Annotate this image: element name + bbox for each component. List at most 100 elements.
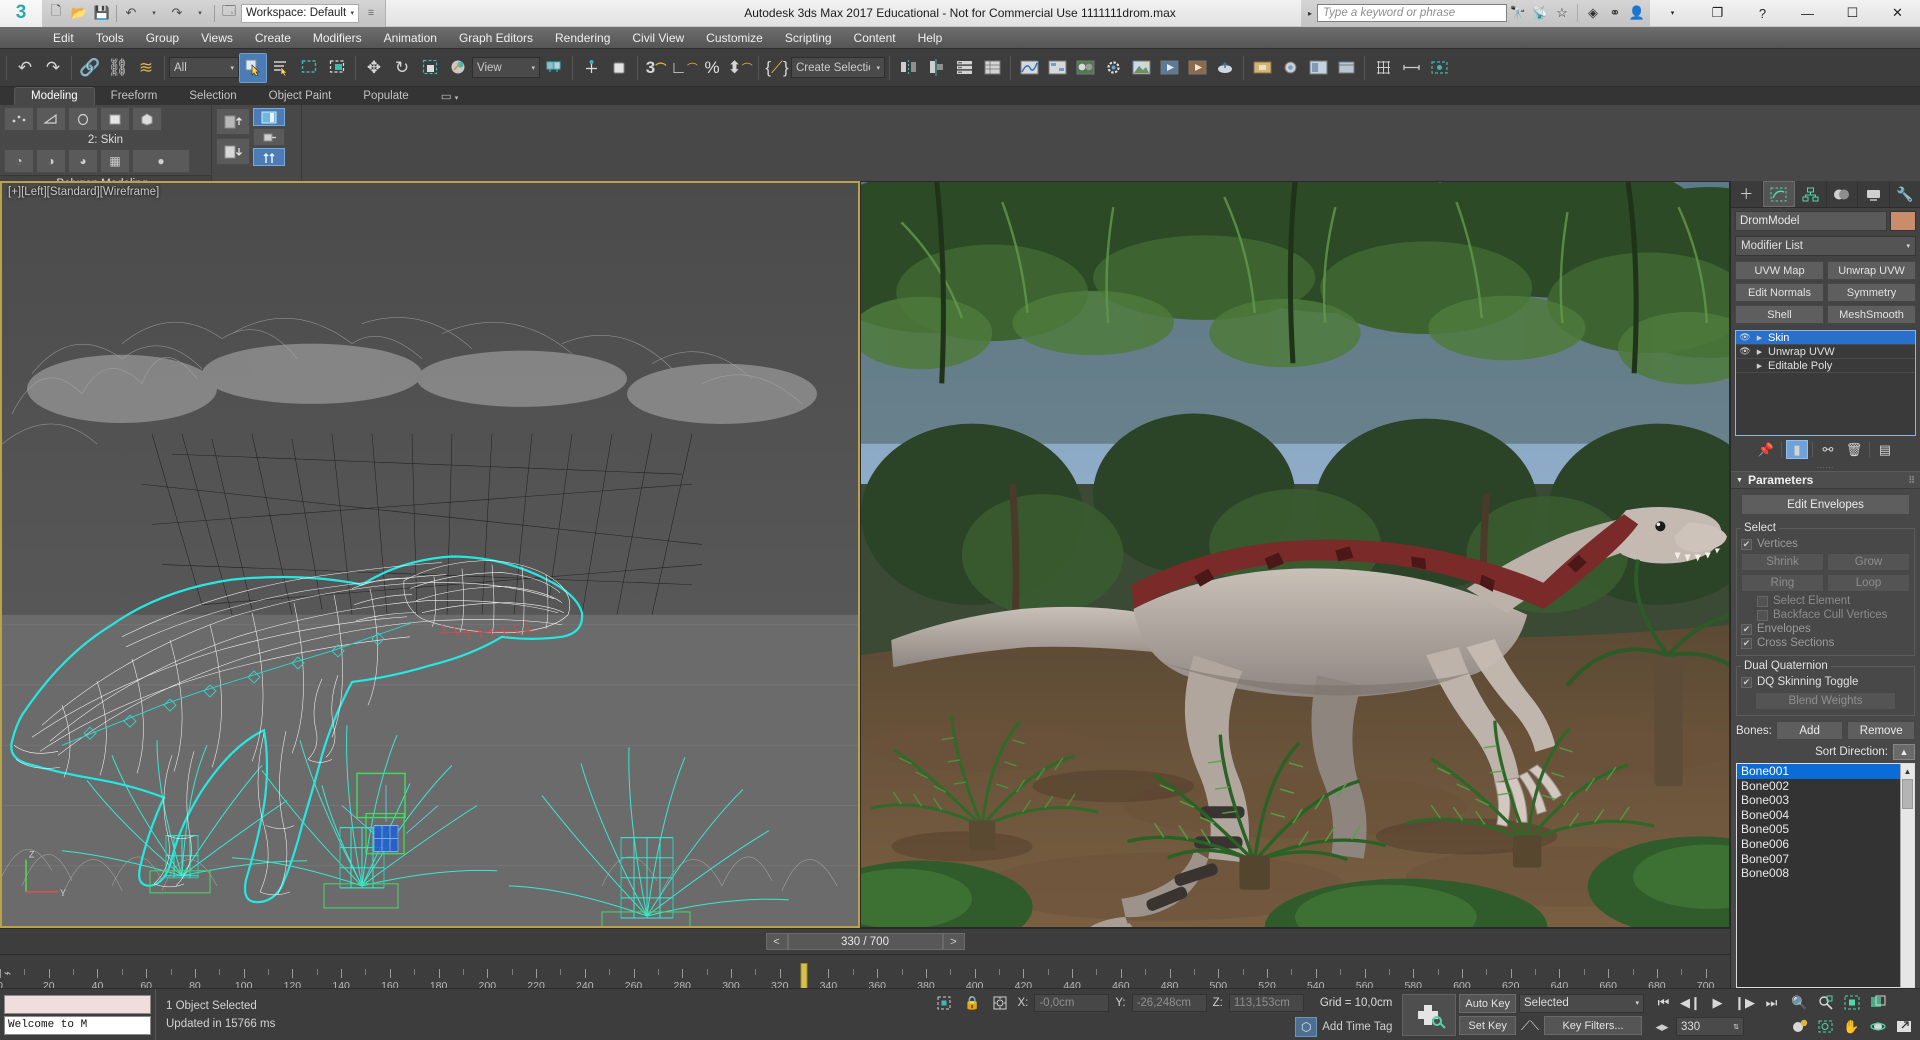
expand-arrow-icon[interactable]: ▶ <box>1755 348 1764 356</box>
visibility-eye-icon[interactable]: 👁 <box>1739 346 1751 357</box>
backface-cull-checkbox-row[interactable]: Backface Cull Vertices <box>1741 608 1910 622</box>
object-color-swatch[interactable] <box>1890 211 1916 231</box>
select-and-manipulate-icon[interactable] <box>577 53 605 83</box>
rendered-frame-window-icon[interactable] <box>1127 53 1155 83</box>
remove-modifier-icon[interactable]: 🗑 <box>1843 440 1865 459</box>
undo-dropdown-icon[interactable]: ▾ <box>143 2 165 24</box>
select-and-scale-icon[interactable] <box>416 53 444 83</box>
hierarchy-tab[interactable] <box>1795 181 1827 207</box>
bone-list-item[interactable]: Bone002 <box>1737 779 1900 794</box>
zoom-extents-icon[interactable] <box>1839 992 1864 1013</box>
selection-lock-icon[interactable]: 🔒 <box>961 993 983 1013</box>
preserve-uvs-icon[interactable]: ▦ <box>100 149 130 173</box>
show-end-result-icon[interactable] <box>253 108 285 126</box>
percent-snap-toggle-icon[interactable]: % <box>698 53 726 83</box>
layer-explorer-icon[interactable] <box>950 53 978 83</box>
bone-list-item[interactable]: Bone001 <box>1737 764 1900 779</box>
select-element-checkbox-row[interactable]: Select Element <box>1741 594 1910 608</box>
curve-editor-icon[interactable] <box>1015 53 1043 83</box>
modifier-stack-item-editable-poly[interactable]: ▶ Editable Poly <box>1736 359 1915 373</box>
expand-arrow-icon[interactable]: ▶ <box>1755 334 1764 342</box>
ribbon-minimize-icon[interactable]: ▭ ▾ <box>425 87 475 105</box>
bone-list-item[interactable]: Bone005 <box>1737 822 1900 837</box>
key-mode-toggle-icon[interactable]: ◂▸ <box>1651 1017 1673 1037</box>
menu-item-civil-view[interactable]: Civil View <box>621 27 695 49</box>
key-filters-button[interactable]: Key Filters... <box>1544 1016 1642 1035</box>
shrink-button[interactable]: Shrink <box>1741 553 1824 571</box>
grow-button[interactable]: Grow <box>1827 553 1910 571</box>
align-flyout-icon[interactable] <box>922 53 950 83</box>
maxscript-input-field[interactable] <box>4 995 151 1014</box>
containers-icon[interactable] <box>1332 53 1360 83</box>
select-object-icon[interactable] <box>239 53 267 83</box>
render-in-cloud-icon[interactable] <box>1211 53 1239 83</box>
polygon-subobject-icon[interactable] <box>100 107 130 131</box>
select-and-link-icon[interactable]: 🔗 <box>76 53 104 83</box>
modifier-button-edit-normals[interactable]: Edit Normals <box>1735 283 1824 302</box>
favorites-star-icon[interactable]: ☆ <box>1551 0 1573 27</box>
time-tag-icon[interactable]: ⬡ <box>1295 1017 1317 1037</box>
angle-snap-toggle-icon[interactable]: ∟⌒ <box>670 53 698 83</box>
menu-item-content[interactable]: Content <box>843 27 907 49</box>
user-account-icon[interactable]: 👤 <box>1626 0 1648 27</box>
bone-list-scrollbar[interactable]: ▲ <box>1900 764 1914 987</box>
mirror-icon[interactable] <box>894 53 922 83</box>
bind-to-space-warp-icon[interactable]: ≋ <box>132 53 160 83</box>
window-restore-small-icon[interactable]: ❐ <box>1695 0 1740 27</box>
goto-end-button[interactable]: ⏭ <box>1759 993 1784 1014</box>
checkbox-icon[interactable] <box>1757 596 1768 607</box>
satellite-dish-icon[interactable]: 📡 <box>1529 0 1551 27</box>
orbit-icon[interactable] <box>1865 1016 1890 1037</box>
display-tab[interactable] <box>1858 181 1890 207</box>
track-bar[interactable]: ⌁ 02040608010012014016018020022024026028… <box>0 954 1730 988</box>
configure-modifier-sets-icon[interactable]: ▤ <box>1874 440 1896 459</box>
key-tangent-icon[interactable]: ⟋⟍ <box>1519 1016 1541 1036</box>
checkbox-icon[interactable] <box>1757 610 1768 621</box>
checkbox-icon[interactable]: ✔ <box>1741 624 1752 635</box>
redo-dropdown-icon[interactable]: ▾ <box>189 2 211 24</box>
close-button[interactable]: ✕ <box>1875 0 1920 27</box>
time-configuration-icon[interactable] <box>1787 1016 1812 1037</box>
panel-drag-grip[interactable]: ⋯⋯ <box>1731 463 1920 471</box>
element-subobject-icon[interactable] <box>132 107 162 131</box>
menu-item-animation[interactable]: Animation <box>373 27 448 49</box>
scroll-up-icon[interactable]: ▲ <box>1901 764 1914 778</box>
zoom-extents-all-icon[interactable] <box>1865 992 1890 1013</box>
select-by-name-icon[interactable] <box>267 53 295 83</box>
measure-distance-icon[interactable] <box>1397 53 1425 83</box>
grid-and-snap-settings-icon[interactable] <box>1369 53 1397 83</box>
motion-tab[interactable] <box>1827 181 1859 207</box>
maxscript-output-field[interactable]: Welcome to M <box>4 1016 151 1035</box>
make-unique-icon[interactable]: ⚯ <box>1817 440 1839 459</box>
bone-list-item[interactable]: Bone003 <box>1737 793 1900 808</box>
checkbox-icon[interactable]: ✔ <box>1741 677 1752 688</box>
viewport-left-label[interactable]: [+][Left][Standard][Wireframe] <box>8 186 159 198</box>
parameters-rollout-header[interactable]: ▼ Parameters ⠿ <box>1731 471 1920 489</box>
menu-item-graph-editors[interactable]: Graph Editors <box>448 27 544 49</box>
workspace-selector[interactable]: Workspace: Default ▾ <box>241 4 359 23</box>
schematic-view-icon[interactable] <box>1043 53 1071 83</box>
viewport-right-perspective[interactable] <box>860 181 1730 928</box>
add-time-tag-row[interactable]: ⬡ Add Time Tag <box>1295 1017 1392 1037</box>
paint-deform-icon[interactable]: ◕ <box>68 149 98 173</box>
previous-frame-button[interactable]: ◀❙ <box>1678 993 1703 1014</box>
menu-item-rendering[interactable]: Rendering <box>544 27 621 49</box>
help-icon[interactable]: ? <box>1740 0 1785 27</box>
current-frame-field[interactable]: 330 ⇅ <box>1676 1017 1744 1036</box>
redo-icon[interactable]: ↷ <box>166 2 188 24</box>
menu-item-group[interactable]: Group <box>135 27 190 49</box>
expand-arrow-icon[interactable]: ▶ <box>1755 362 1764 370</box>
object-name-field[interactable]: DromModel <box>1735 211 1887 231</box>
checkbox-icon[interactable]: ✔ <box>1741 539 1752 550</box>
menu-item-tools[interactable]: Tools <box>85 27 135 49</box>
reference-coordinate-combo[interactable]: View ▾ <box>472 57 540 78</box>
ribbon-tab-object-paint[interactable]: Object Paint <box>253 88 348 105</box>
select-and-rotate-icon[interactable]: ↻ <box>388 53 416 83</box>
bone-list-item[interactable]: Bone006 <box>1737 837 1900 852</box>
selection-filter-combo[interactable]: All ▾ <box>169 57 239 78</box>
show-end-result-icon[interactable]: ▮ <box>1786 440 1808 459</box>
bone-list-item[interactable]: Bone007 <box>1737 852 1900 867</box>
play-animation-button[interactable]: ▶ <box>1705 993 1730 1014</box>
bones-remove-button[interactable]: Remove <box>1847 721 1915 740</box>
modifier-list-dropdown[interactable]: Modifier List ▾ <box>1735 236 1916 256</box>
